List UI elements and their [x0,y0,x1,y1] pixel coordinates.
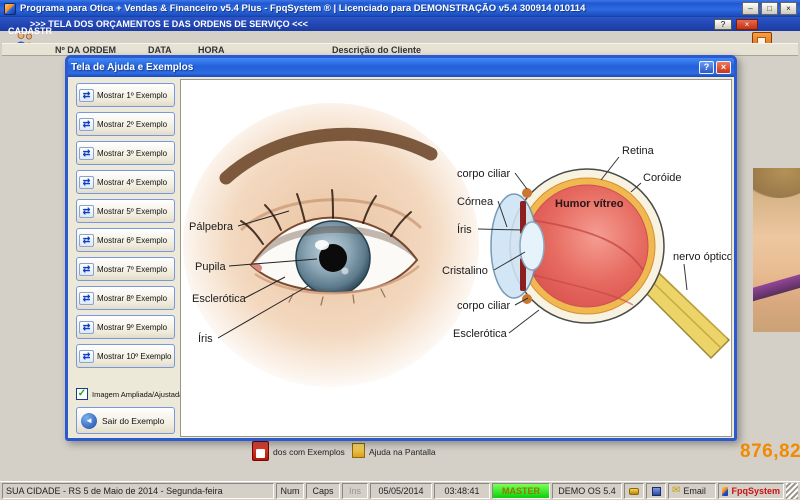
bottom-button-fragment-2[interactable]: Ajuda na Pantalla [369,447,436,457]
show-example-9-button[interactable]: ⇄Mostrar 9º Exemplo [76,315,175,339]
screen-banner: >>> TELA DOS ORÇAMENTOS E DAS ORDENS DE … [0,17,800,31]
swap-arrows-icon: ⇄ [79,292,94,305]
label-corpo-ciliar-top: corpo ciliar [457,168,511,180]
dialog-body: ⇄Mostrar 1º Exemplo ⇄Mostrar 2º Exemplo … [68,77,734,438]
disk-icon [652,487,661,496]
image-scaling-checkbox-row[interactable]: ✓ Imagem Ampliada/Ajustada [76,388,183,400]
status-insert: Ins [342,483,368,499]
email-label: Email [683,486,706,496]
bottom-red-tool-icon[interactable] [252,441,269,461]
fpqsystem-icon [722,487,728,496]
swap-arrows-icon: ⇄ [79,118,94,131]
banner-help-button[interactable]: ? [714,19,732,30]
show-example-1-button[interactable]: ⇄Mostrar 1º Exemplo [76,83,175,107]
dialog-titlebar[interactable]: Tela de Ajuda e Exemplos ? × [68,58,734,77]
swap-arrows-icon: ⇄ [79,263,94,276]
status-icon-panel-2 [646,483,666,499]
statusbar: SUA CIDADE - RS 5 de Maio de 2014 - Segu… [0,481,800,500]
dialog-help-button[interactable]: ? [699,61,714,74]
window-titlebar: Programa para Otica + Vendas & Financeir… [0,0,800,17]
label-iris-diagram: Íris [457,223,472,236]
swap-arrows-icon: ⇄ [79,147,94,160]
back-arrow-icon: ◄ [81,413,97,429]
status-email-button[interactable]: ✉ Email [668,483,716,499]
show-example-10-button[interactable]: ⇄Mostrar 10º Exemplo [76,344,175,368]
checkbox-label: Imagem Ampliada/Ajustada [92,390,183,399]
envelope-icon: ✉ [672,486,680,496]
label-nervo-optico: nervo óptico [673,251,731,263]
red-tool-glyph [256,449,265,458]
desktop: Programa para Otica + Vendas & Financeir… [0,0,800,500]
minimize-button[interactable]: – [742,2,759,15]
banner-close-button[interactable]: × [736,19,758,30]
label-palpebra: Pálpebra [189,221,234,233]
label-pupila: Pupila [195,261,226,273]
status-caps-lock: Caps [306,483,340,499]
column-header-time: HORA [198,45,225,55]
swap-arrows-icon: ⇄ [79,176,94,189]
swap-arrows-icon: ⇄ [79,321,94,334]
status-brand: FpqSystem [718,483,784,499]
show-example-8-button[interactable]: ⇄Mostrar 8º Exemplo [76,286,175,310]
swap-arrows-icon: ⇄ [79,234,94,247]
swap-arrows-icon: ⇄ [79,89,94,102]
column-header-client: Descrição do Cliente [332,45,421,55]
dialog-close-button[interactable]: × [716,61,731,74]
photo-hair [753,168,800,198]
show-example-5-button[interactable]: ⇄Mostrar 5º Exemplo [76,199,175,223]
example-buttons-column: ⇄Mostrar 1º Exemplo ⇄Mostrar 2º Exemplo … [76,83,175,368]
label-humor-vitreo: Humor vítreo [555,198,624,210]
status-clock: 03:48:41 [434,483,490,499]
resize-grip[interactable] [786,483,798,499]
window-title: Programa para Otica + Vendas & Financeir… [20,3,742,14]
check-icon: ✓ [78,389,86,399]
order-total-value: 876,82 [740,441,800,463]
label-coroide: Coróide [643,172,682,184]
background-window-title-fragment: CADASTR [8,26,52,36]
status-num-lock: Num [276,483,304,499]
status-location-date: SUA CIDADE - RS 5 de Maio de 2014 - Segu… [2,483,274,499]
eye-photo [183,103,479,387]
status-date: 05/05/2014 [370,483,432,499]
label-cornea: Córnea [457,196,494,208]
screen-banner-title: >>> TELA DOS ORÇAMENTOS E DAS ORDENS DE … [30,19,714,29]
show-example-7-button[interactable]: ⇄Mostrar 7º Exemplo [76,257,175,281]
swap-arrows-icon: ⇄ [79,350,94,363]
show-example-6-button[interactable]: ⇄Mostrar 6º Exemplo [76,228,175,252]
image-scaling-checkbox[interactable]: ✓ [76,388,88,400]
photo-glasses [753,269,800,304]
close-button[interactable]: × [780,2,797,15]
status-icon-panel-1 [624,483,644,499]
label-retina: Retina [622,145,655,157]
label-iris-photo: Íris [198,332,213,345]
window-controls: – □ × [742,2,797,15]
bottom-button-fragment-1[interactable]: dos com Exemplos [273,447,345,457]
label-cristalino: Cristalino [442,265,488,277]
exit-example-button[interactable]: ◄ Sair do Exemplo [76,407,175,434]
app-icon [4,3,16,15]
maximize-button[interactable]: □ [761,2,778,15]
swap-arrows-icon: ⇄ [79,205,94,218]
status-user-badge: MASTER [492,483,550,499]
key-icon [629,488,639,495]
help-examples-dialog: Tela de Ajuda e Exemplos ? × ⇄Mostrar 1º… [65,55,737,441]
column-header-order-number: Nº DA ORDEM [55,45,116,55]
show-example-3-button[interactable]: ⇄Mostrar 3º Exemplo [76,141,175,165]
column-header-date: DATA [148,45,172,55]
dialog-title: Tela de Ajuda e Exemplos [71,62,699,73]
label-esclerotica-diagram: Esclerótica [453,328,508,340]
show-example-4-button[interactable]: ⇄Mostrar 4º Exemplo [76,170,175,194]
show-example-2-button[interactable]: ⇄Mostrar 2º Exemplo [76,112,175,136]
eye-anatomy-image: Pálpebra Pupila Esclerótica Íris [180,79,732,437]
label-esclerotica-photo: Esclerótica [192,293,247,305]
label-corpo-ciliar-bottom: corpo ciliar [457,300,511,312]
eye-illustrations: Pálpebra Pupila Esclerótica Íris [181,80,731,436]
bottom-yellow-tool-icon[interactable] [352,443,365,458]
status-version: DEMO OS 5.4 [552,483,622,499]
promo-photo [753,168,800,332]
brand-label: FpqSystem [731,486,780,496]
